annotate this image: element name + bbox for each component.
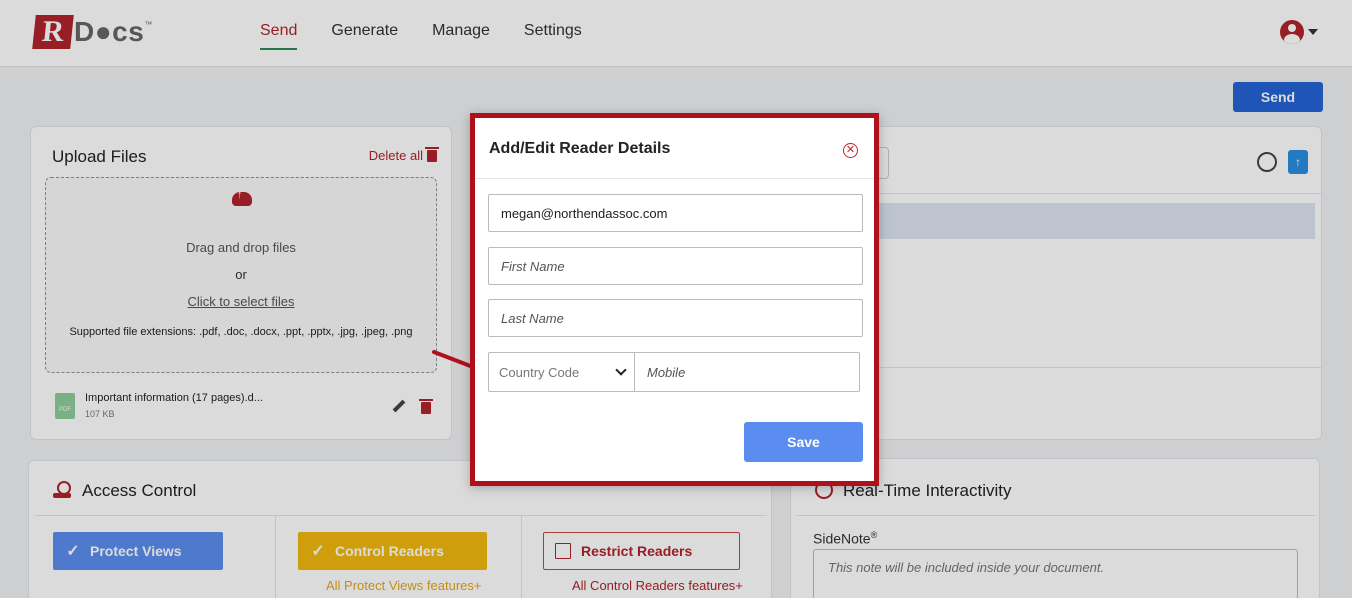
email-field[interactable]: [488, 194, 863, 232]
chevron-down-icon: [615, 364, 627, 376]
first-name-field[interactable]: [488, 247, 863, 285]
divider: [475, 178, 874, 179]
modal-title: Add/Edit Reader Details: [489, 140, 671, 157]
reader-details-modal: Add/Edit Reader Details ✕ Country Code S…: [470, 113, 879, 486]
country-code-placeholder: Country Code: [499, 364, 580, 380]
save-button[interactable]: Save: [744, 422, 863, 462]
country-code-select[interactable]: Country Code: [488, 352, 635, 392]
mobile-field[interactable]: [634, 352, 860, 392]
last-name-field[interactable]: [488, 299, 863, 337]
close-circle-icon[interactable]: ✕: [843, 143, 858, 158]
